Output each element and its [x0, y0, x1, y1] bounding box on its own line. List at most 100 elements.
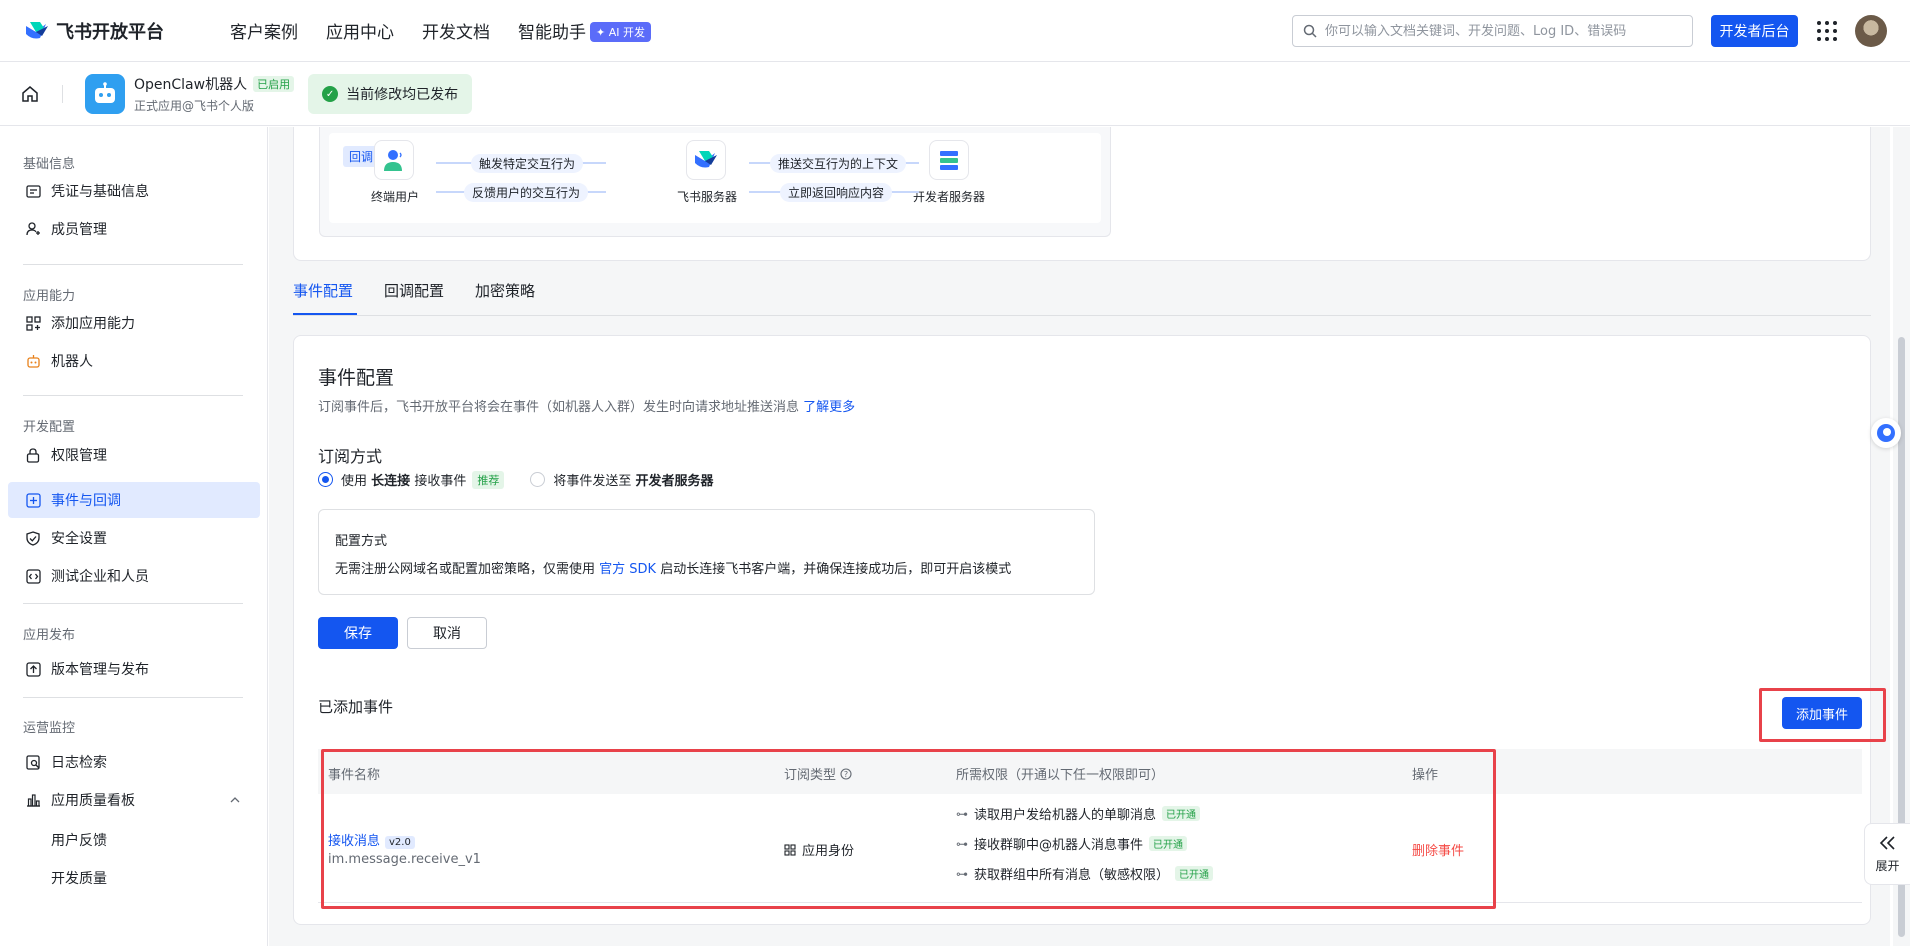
sidebar-item-robot[interactable]: 机器人 — [8, 343, 260, 379]
tab-callback-config[interactable]: 回调配置 — [384, 280, 444, 301]
cancel-button[interactable]: 取消 — [407, 617, 487, 649]
home-icon[interactable] — [20, 84, 40, 104]
active-tab-indicator — [293, 313, 357, 315]
radio-long-connection[interactable] — [318, 472, 333, 487]
end-user-icon — [374, 140, 414, 180]
apps-add-icon — [25, 315, 41, 331]
sidebar-item-label: 应用质量看板 — [51, 793, 135, 809]
sidebar-item-label: 安全设置 — [51, 531, 107, 547]
search-input[interactable] — [1325, 23, 1675, 39]
app-info: OpenClaw机器人 已启用 正式应用@飞书个人版 — [134, 74, 295, 114]
sidebar-section-basic: 基础信息 — [23, 157, 76, 172]
publish-status-text: 当前修改均已发布 — [346, 87, 459, 103]
added-events-title: 已添加事件 — [318, 698, 394, 716]
option1-suffix: 接收事件 — [414, 474, 467, 489]
sidebar-section-monitoring: 运营监控 — [23, 721, 76, 736]
assistant-bubble-icon[interactable] — [1871, 418, 1901, 448]
brand-logo[interactable]: 飞书开放平台 — [24, 18, 194, 44]
learn-more-link[interactable]: 了解更多 — [803, 400, 855, 415]
app-name: OpenClaw机器人 — [134, 77, 248, 93]
brand-name: 飞书开放平台 — [56, 21, 164, 43]
sidebar-item-permissions[interactable]: 权限管理 — [8, 437, 260, 473]
config-tabs: 事件配置 回调配置 加密策略 — [293, 280, 1871, 316]
top-header: 飞书开放平台 客户案例 应用中心 开发文档 智能助手✦ AI 开发 开发者后台 — [0, 0, 1910, 62]
mode-desc-suffix: 启动长连接飞书客户端，并确保连接成功后，即可开启该模式 — [660, 562, 1012, 577]
feishu-logo-icon — [26, 21, 48, 38]
description-text: 订阅事件后，飞书开放平台将会在事件（如机器人入群）发生时向请求地址推送消息 — [318, 400, 800, 415]
save-button[interactable]: 保存 — [318, 617, 398, 649]
sidebar-item-label: 测试企业和人员 — [51, 569, 149, 585]
app-subtitle: 正式应用@飞书个人版 — [134, 99, 255, 113]
option1-prefix: 使用 — [341, 474, 368, 489]
sidebar-item-security[interactable]: 安全设置 — [8, 520, 260, 556]
expand-panel[interactable]: 展开 — [1864, 823, 1910, 885]
ai-dev-badge: ✦ AI 开发 — [590, 22, 651, 42]
tab-event-config[interactable]: 事件配置 — [293, 280, 353, 301]
section-description: 订阅事件后，飞书开放平台将会在事件（如机器人入群）发生时向请求地址推送消息 了解… — [318, 396, 855, 415]
expand-label: 展开 — [1875, 858, 1900, 873]
apps-grid-icon[interactable] — [1817, 21, 1837, 41]
publish-status: ✓ 当前修改均已发布 — [308, 74, 473, 114]
lock-icon — [25, 447, 41, 463]
event-config-card: 事件配置 订阅事件后，飞书开放平台将会在事件（如机器人入群）发生时向请求地址推送… — [293, 335, 1886, 925]
user-avatar[interactable] — [1855, 15, 1887, 47]
nav-app-center[interactable]: 应用中心 — [326, 18, 394, 43]
divider — [62, 85, 63, 103]
search-box[interactable] — [1292, 15, 1693, 47]
flow-callback-lane: 回调 终端用户 飞书服务器 开发者服务器 触发特定交互行为 反馈用户的交互行为 — [329, 133, 1101, 223]
sidebar-item-test-tenants[interactable]: 测试企业和人员 — [8, 558, 260, 594]
option1-bold: 长连接 — [371, 474, 411, 489]
sidebar-item-versions[interactable]: 版本管理与发布 — [8, 651, 260, 687]
search-icon — [1303, 24, 1317, 38]
log-search-icon — [25, 754, 41, 770]
shield-icon — [25, 530, 41, 546]
node-feishu-server: 飞书服务器 — [676, 190, 737, 204]
sidebar-item-members[interactable]: 成员管理 — [8, 211, 260, 247]
code-icon — [25, 568, 41, 584]
main-content: 回调 终端用户 飞书服务器 开发者服务器 触发特定交互行为 反馈用户的交互行为 — [269, 127, 1890, 946]
sidebar-item-label: 机器人 — [51, 354, 93, 370]
robot-icon — [25, 353, 41, 369]
nav-dev-docs[interactable]: 开发文档 — [422, 18, 490, 43]
bar-chart-icon — [25, 792, 41, 808]
section-title: 事件配置 — [318, 367, 395, 389]
robot-app-icon — [85, 74, 125, 114]
upload-icon — [25, 661, 41, 677]
tab-encryption[interactable]: 加密策略 — [475, 280, 535, 301]
sidebar-item-quality-board[interactable]: 应用质量看板 — [8, 782, 260, 818]
add-event-button[interactable]: 添加事件 — [1782, 697, 1862, 729]
sidebar: 基础信息 凭证与基础信息 成员管理 应用能力 添加应用能力 机器人 开发配置 权… — [0, 127, 268, 946]
feishu-server-icon — [686, 140, 726, 180]
radio-developer-server[interactable] — [530, 472, 546, 487]
config-mode-description: 无需注册公网域名或配置加密策略，仅需使用 官方 SDK 启动长连接飞书客户端，并… — [335, 558, 1011, 577]
sidebar-subitem-feedback[interactable]: 用户反馈 — [51, 830, 107, 850]
official-sdk-link[interactable]: 官方 SDK — [599, 562, 656, 577]
arrow-push-context: 推送交互行为的上下文 — [770, 154, 907, 173]
nav-smart-assistant[interactable]: 智能助手 ✦ AI 开发 — [518, 18, 651, 43]
user-add-icon — [25, 221, 41, 237]
sidebar-item-credentials[interactable]: 凭证与基础信息 — [8, 173, 260, 209]
developer-console-button[interactable]: 开发者后台 — [1711, 15, 1798, 47]
arrow-return-response: 立即返回响应内容 — [780, 183, 893, 202]
sidebar-item-events-callbacks[interactable]: 事件与回调 — [8, 482, 260, 518]
sidebar-section-capabilities: 应用能力 — [23, 289, 76, 304]
nav-customer-cases[interactable]: 客户案例 — [230, 18, 298, 43]
config-mode-box: 配置方式 无需注册公网域名或配置加密策略，仅需使用 官方 SDK 启动长连接飞书… — [318, 509, 1095, 595]
id-card-icon — [25, 183, 41, 199]
sidebar-item-label: 日志检索 — [51, 755, 107, 771]
chevron-up-icon[interactable] — [230, 796, 240, 803]
sidebar-section-dev-config: 开发配置 — [23, 420, 76, 435]
divider — [23, 395, 243, 396]
divider — [23, 264, 243, 265]
app-bar: OpenClaw机器人 已启用 正式应用@飞书个人版 ✓ 当前修改均已发布 — [0, 63, 1910, 126]
subscribe-options: 使用 长连接 接收事件 推荐 将事件发送至 开发者服务器 — [318, 470, 714, 489]
flow-diagram-card: 回调 终端用户 飞书服务器 开发者服务器 触发特定交互行为 反馈用户的交互行为 — [293, 127, 1871, 261]
option2-bold: 开发者服务器 — [635, 474, 714, 489]
highlight-box — [321, 749, 1496, 909]
event-icon — [25, 492, 41, 508]
sidebar-item-log-search[interactable]: 日志检索 — [8, 744, 260, 780]
sidebar-subitem-dev-quality[interactable]: 开发质量 — [51, 868, 107, 888]
check-circle-icon: ✓ — [322, 86, 339, 102]
sidebar-item-add-capability[interactable]: 添加应用能力 — [8, 305, 260, 341]
nav-smart-assistant-label: 智能助手 — [518, 23, 586, 43]
